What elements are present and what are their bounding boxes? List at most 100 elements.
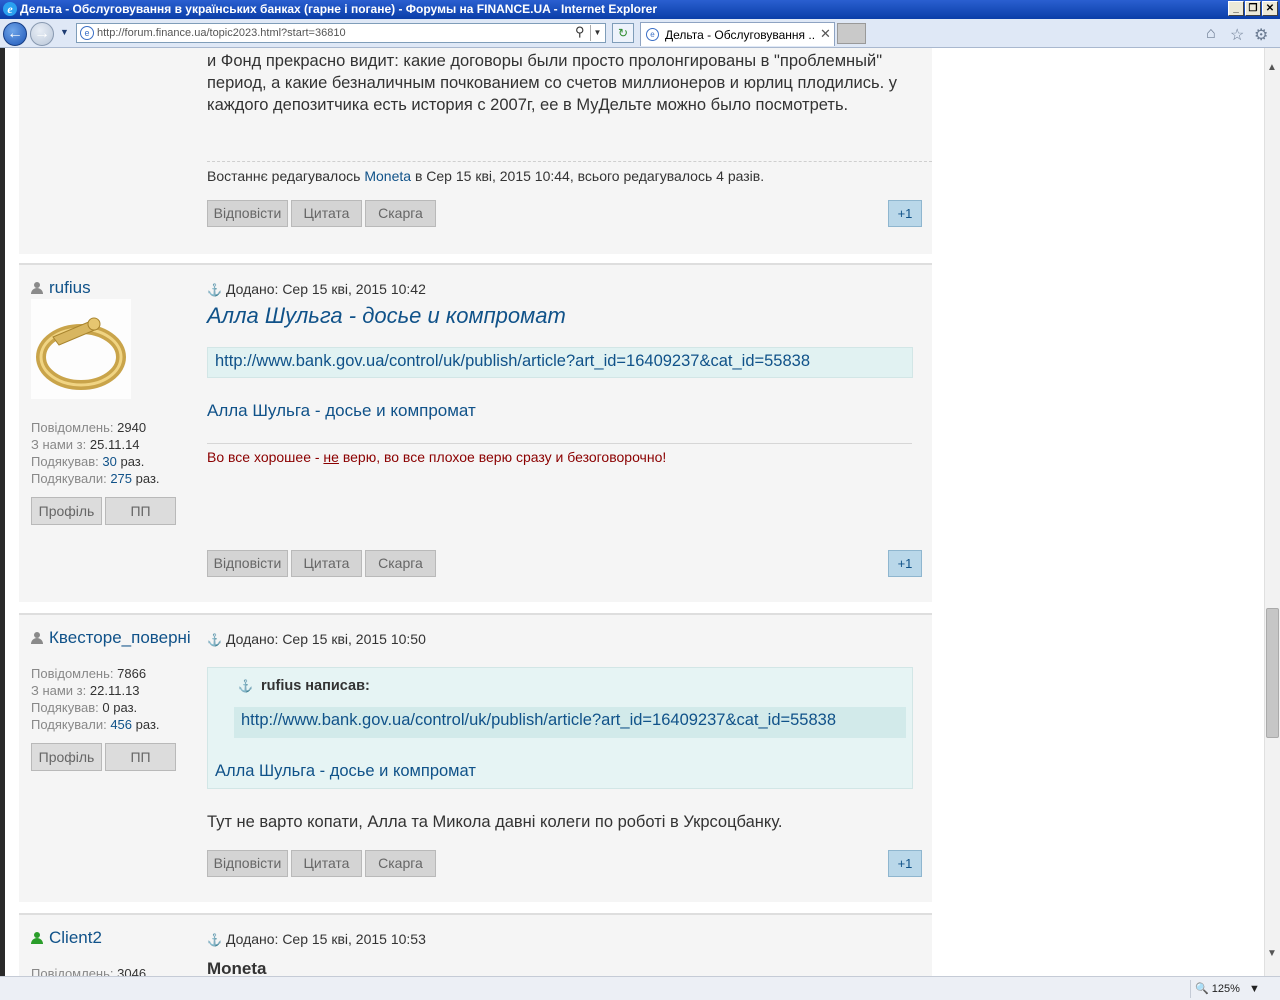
pm-button[interactable]: ПП (105, 497, 176, 525)
profile-button[interactable]: Профіль (31, 497, 102, 525)
report-button[interactable]: Скарга (365, 200, 436, 227)
quote-link-title[interactable]: Алла Шульга - досье и компромат (215, 762, 476, 781)
report-button[interactable]: Скарга (365, 850, 436, 877)
zoom-control[interactable]: 🔍 125% ▼ (1190, 980, 1264, 998)
page-viewport: и Фонд прекрасно видит: какие договоры б… (0, 48, 1264, 976)
zoom-icon: 🔍 (1195, 983, 1209, 995)
vertical-scrollbar[interactable]: ▲ ▼ (1264, 48, 1280, 976)
back-button[interactable]: ← (3, 22, 27, 46)
user-icon (31, 282, 43, 294)
ring-avatar-image (31, 299, 131, 399)
user-online-icon (31, 932, 43, 944)
reply-button[interactable]: Відповісти (207, 200, 288, 227)
stat-thanks-label: Подякували: (31, 471, 107, 486)
stat-joined: 25.11.14 (89, 437, 140, 452)
zoom-level: 125% (1211, 983, 1240, 995)
anchor-icon[interactable]: ⚓ (207, 283, 222, 297)
new-tab-button[interactable] (837, 23, 866, 44)
search-icon[interactable]: ⚲ (575, 24, 585, 40)
post-date: ⚓ Додано: Сер 15 кві, 2015 10:42 (207, 281, 426, 297)
address-dropdown-icon[interactable]: ▼ (590, 25, 604, 41)
post-date-text: Додано: Сер 15 кві, 2015 10:50 (225, 631, 426, 647)
stat-thanked-unit: раз. (113, 700, 138, 715)
author-name[interactable]: Client2 (49, 928, 102, 947)
quote-author-heading: Moneta (207, 959, 267, 976)
stat-thanks-unit: раз. (135, 717, 160, 732)
stat-thanked: 0 (102, 700, 110, 715)
history-dropdown-icon[interactable]: ▼ (60, 27, 69, 37)
stat-thanks[interactable]: 456 (110, 717, 132, 732)
arrow-right-icon: → (34, 25, 50, 42)
stat-posts-label: Повідомлень: (31, 666, 114, 681)
reply-button[interactable]: Відповісти (207, 550, 288, 577)
url-link[interactable]: http://www.bank.gov.ua/control/uk/publis… (207, 347, 913, 378)
favorites-star-icon[interactable]: ☆ (1230, 25, 1244, 45)
post-title[interactable]: Алла Шульга - досье и компромат (207, 303, 566, 329)
browser-tab[interactable]: e Дельта - Обслуговування ... ✕ (640, 22, 835, 46)
pm-button[interactable]: ПП (105, 743, 176, 771)
author-name[interactable]: Квесторе_поверні (49, 628, 191, 647)
author-name[interactable]: rufius (49, 278, 91, 297)
user-icon (31, 632, 43, 644)
author-stats: Повідомлень: 7866 З нами з: 22.11.13 Под… (31, 665, 160, 733)
plus-one-button[interactable]: +1 (888, 200, 922, 227)
forum-content: и Фонд прекрасно видит: какие договоры б… (5, 48, 1264, 976)
post-author[interactable]: Квесторе_поверні (31, 628, 191, 648)
minimize-icon[interactable]: _ (1228, 1, 1244, 16)
plus-one-button[interactable]: +1 (888, 850, 922, 877)
quote-anchor-icon[interactable]: ⚓ (238, 679, 253, 693)
stat-thanked-unit: раз. (120, 454, 145, 469)
scroll-down-icon[interactable]: ▼ (1267, 948, 1277, 959)
post-author[interactable]: Client2 (31, 928, 102, 948)
anchor-icon[interactable]: ⚓ (207, 933, 222, 947)
plus-one-button[interactable]: +1 (888, 550, 922, 577)
home-icon[interactable]: ⌂ (1206, 25, 1216, 43)
address-input[interactable] (97, 25, 567, 41)
stat-thanked[interactable]: 30 (102, 454, 116, 469)
author-stats: Повідомлень: 2940 З нами з: 25.11.14 Под… (31, 419, 160, 487)
post-date: ⚓ Додано: Сер 15 кві, 2015 10:53 (207, 931, 426, 947)
forward-button[interactable]: → (30, 22, 54, 46)
post-actions: Відповісти Цитата Скарга +1 (207, 200, 932, 227)
reply-button[interactable]: Відповісти (207, 850, 288, 877)
stat-thanks[interactable]: 275 (110, 471, 132, 486)
stat-thanks-label: Подякували: (31, 717, 107, 732)
quote-url-link[interactable]: http://www.bank.gov.ua/control/uk/publis… (234, 707, 906, 738)
stat-posts: 2940 (117, 420, 147, 435)
post-actions: Відповісти Цитата Скарга +1 (207, 850, 932, 877)
stat-thanked-label: Подякував: (31, 454, 99, 469)
scroll-thumb[interactable] (1266, 608, 1279, 738)
refresh-icon: ↻ (617, 26, 629, 40)
edit-user-link[interactable]: Moneta (364, 168, 411, 184)
arrow-left-icon: ← (7, 25, 23, 42)
post-actions: Відповісти Цитата Скарга +1 (207, 550, 932, 577)
forum-post: и Фонд прекрасно видит: какие договоры б… (19, 48, 932, 254)
sig-text-after: верю, во все плохое верю сразу и безогов… (342, 449, 667, 465)
stat-posts: 3046 (117, 966, 147, 976)
quote-button[interactable]: Цитата (291, 200, 362, 227)
stat-posts-label: Повідомлень: (31, 966, 114, 976)
ie-logo-icon: e (3, 2, 17, 16)
tab-page-icon: e (646, 28, 659, 41)
address-bar[interactable]: e ⚲ ▼ (76, 23, 606, 43)
close-window-icon[interactable]: ✕ (1262, 1, 1278, 16)
sig-text-before: Во все хорошее - (207, 449, 320, 465)
anchor-icon[interactable]: ⚓ (207, 633, 222, 647)
window-title: Дельта - Обслуговування в українських ба… (20, 2, 658, 16)
settings-gear-icon[interactable]: ⚙ (1254, 25, 1268, 45)
post-date: ⚓ Додано: Сер 15 кві, 2015 10:50 (207, 631, 426, 647)
stat-posts-label: Повідомлень: (31, 420, 114, 435)
link-title[interactable]: Алла Шульга - досье и компромат (207, 401, 476, 421)
scroll-up-icon[interactable]: ▲ (1267, 62, 1277, 73)
report-button[interactable]: Скарга (365, 550, 436, 577)
post-date-text: Додано: Сер 15 кві, 2015 10:42 (225, 281, 426, 297)
stat-thanks-unit: раз. (135, 471, 160, 486)
quote-button[interactable]: Цитата (291, 550, 362, 577)
restore-icon[interactable]: ❐ (1245, 1, 1261, 16)
zoom-dropdown-icon[interactable]: ▼ (1249, 983, 1260, 995)
profile-button[interactable]: Профіль (31, 743, 102, 771)
quote-button[interactable]: Цитата (291, 850, 362, 877)
post-author[interactable]: rufius (31, 278, 91, 298)
refresh-button[interactable]: ↻ (612, 23, 634, 43)
tab-close-icon[interactable]: ✕ (820, 26, 831, 42)
